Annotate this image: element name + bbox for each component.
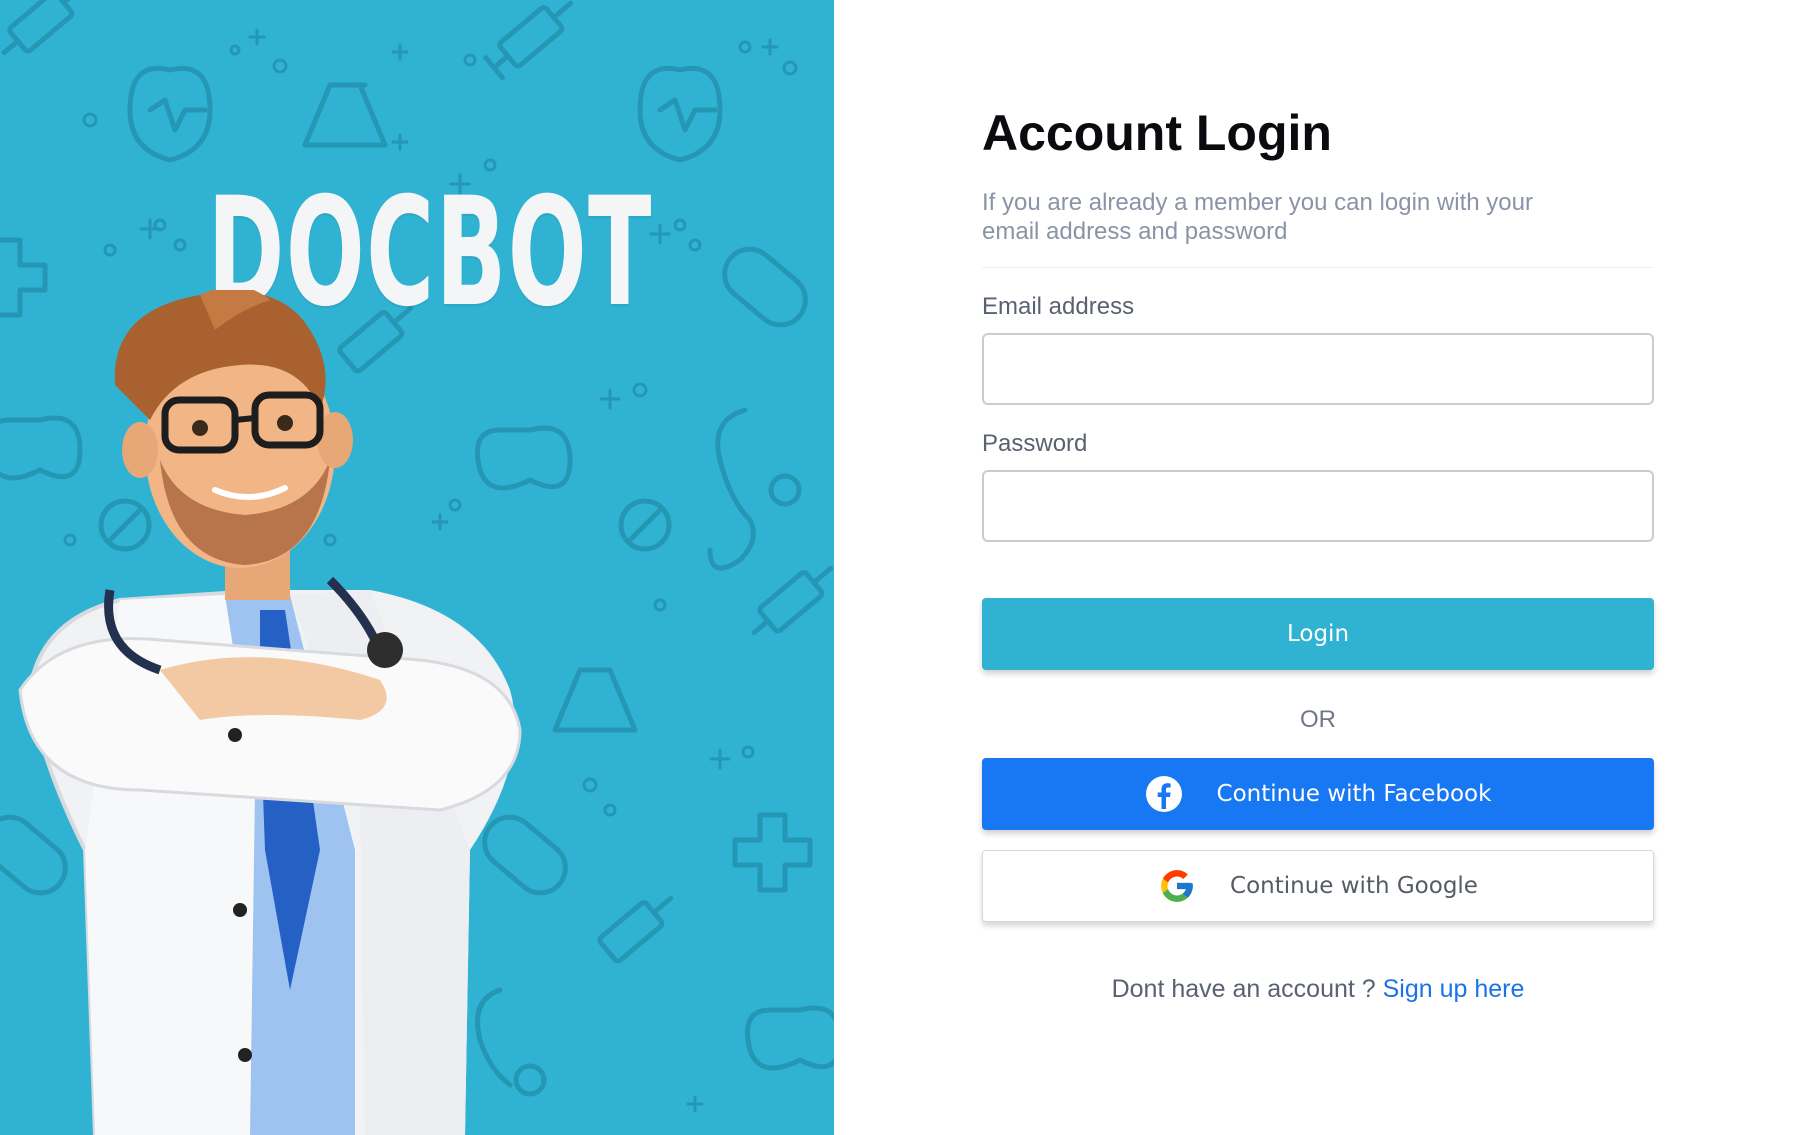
login-subtitle: If you are already a member you can logi…: [982, 189, 1533, 245]
facebook-login-button[interactable]: Continue with Facebook: [982, 758, 1654, 830]
signup-link[interactable]: Sign up here: [1383, 975, 1525, 1003]
password-field[interactable]: [982, 470, 1654, 542]
email-field[interactable]: [982, 333, 1654, 405]
page-title: Account Login: [982, 105, 1332, 161]
google-button-label: Continue with Google: [1230, 873, 1478, 899]
login-button[interactable]: Login: [982, 598, 1654, 670]
password-label: Password: [982, 430, 1088, 457]
login-panel: Account Login If you are already a membe…: [834, 0, 1799, 1135]
facebook-button-label: Continue with Facebook: [1216, 781, 1492, 807]
google-login-button[interactable]: Continue with Google: [982, 850, 1654, 922]
divider: [982, 267, 1654, 268]
google-icon: [1158, 867, 1196, 905]
brand-panel: DOCBOT: [0, 0, 834, 1135]
signup-prompt-text: Dont have an account ?: [1111, 975, 1376, 1003]
email-label: Email address: [982, 293, 1135, 320]
or-separator: OR: [1300, 706, 1336, 733]
facebook-icon: [1145, 775, 1183, 813]
doctor-mascot-illustration: [18, 290, 522, 1135]
signup-prompt: Dont have an account ? Sign up here: [982, 975, 1654, 1004]
